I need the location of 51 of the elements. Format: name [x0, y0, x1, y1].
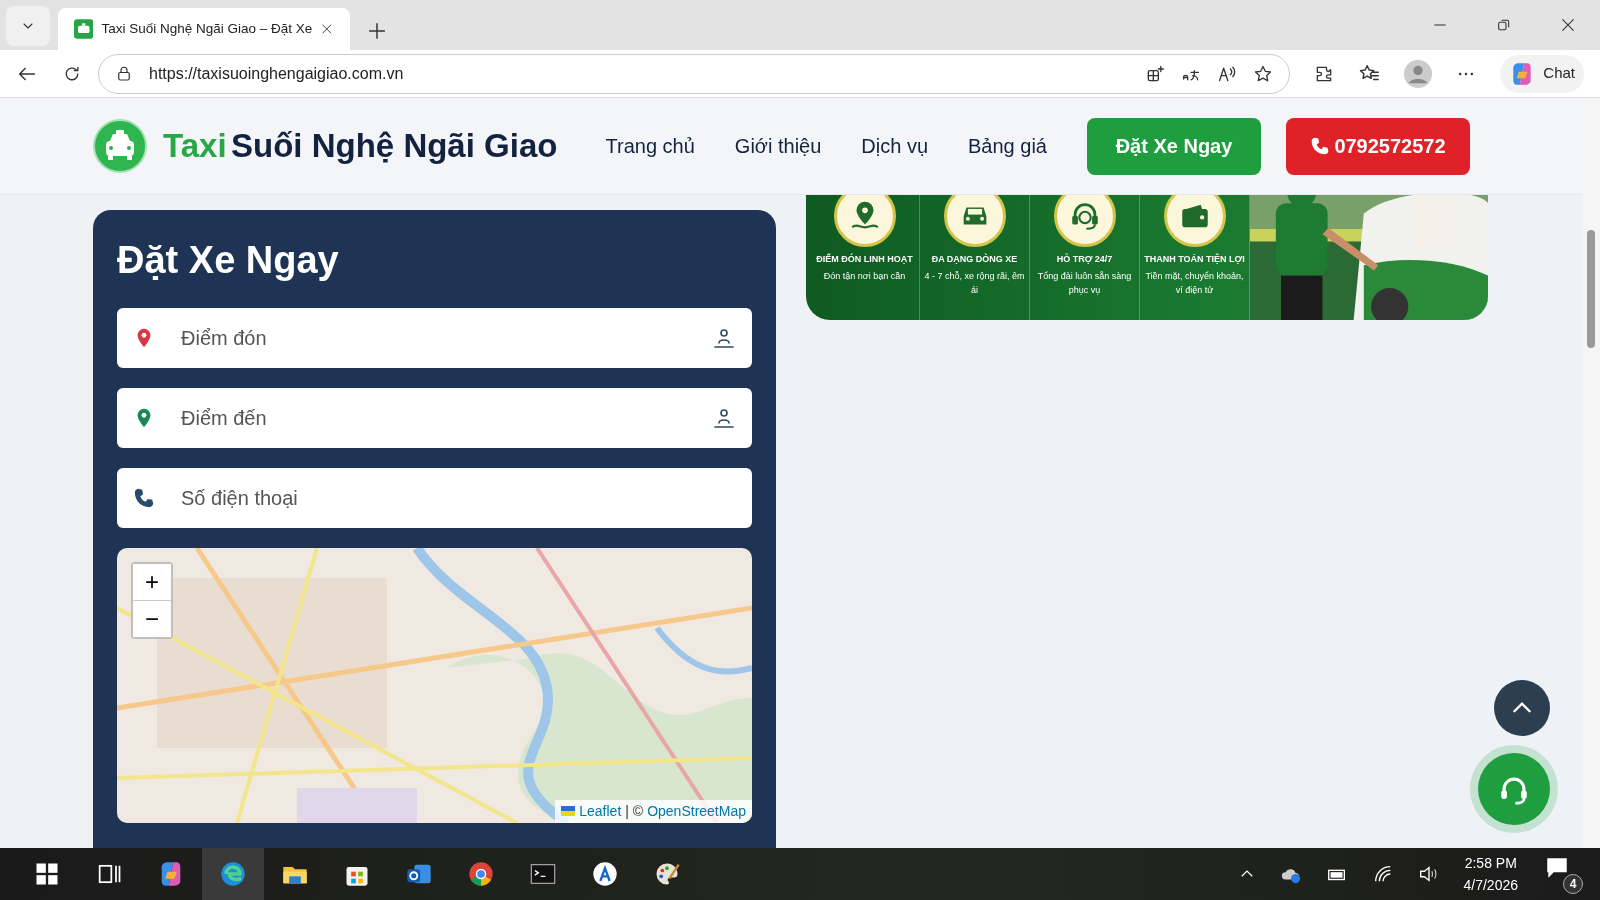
taxi-logo-icon [93, 119, 147, 173]
notification-count: 4 [1563, 874, 1583, 894]
tab-title: Taxi Suối Nghệ Ngãi Giao – Đặt Xe [101, 19, 313, 38]
close-icon[interactable] [320, 22, 334, 36]
browser-icon[interactable] [219, 860, 247, 888]
feature-title: ĐIỂM ĐÓN LINH HOẠT [816, 253, 913, 266]
feature-text: Tổng đài luôn sẵn sàng phục vụ [1036, 269, 1133, 297]
phone-button[interactable]: 0792572572 [1286, 117, 1470, 175]
close-icon[interactable] [1560, 17, 1576, 33]
text-input[interactable]: Điểm đón [179, 321, 688, 354]
feature-title: THANH TOÁN TIỆN LỢI [1144, 253, 1245, 266]
phone-icon [1310, 136, 1331, 156]
taskbar-clock[interactable]: 2:58 PM 4/7/2026 [1463, 851, 1518, 897]
support-button[interactable] [1478, 753, 1550, 825]
lock-icon [115, 64, 133, 83]
nav-link[interactable]: Trang chủ [605, 131, 695, 161]
input-field[interactable]: Điểm đến [117, 387, 752, 448]
chrome-icon[interactable] [467, 860, 495, 888]
scroll-to-top-button[interactable] [1494, 680, 1550, 736]
openstreetmap-link[interactable]: OpenStreetMap [647, 800, 746, 822]
message-icon [1544, 855, 1570, 881]
attribution-separator: | © [625, 801, 644, 821]
nav-link[interactable]: Giới thiệu [734, 131, 822, 161]
feature-title: HỖ TRỢ 24/7 [1056, 253, 1113, 266]
phone-icon [133, 486, 155, 509]
feature-text: Tiền mặt, chuyển khoản, ví điện tử [1144, 269, 1245, 297]
app-icon[interactable] [591, 860, 619, 888]
text-input[interactable]: Số điện thoại [179, 481, 736, 514]
feature-title: ĐA DẠNG DÒNG XE [931, 253, 1018, 266]
leaflet-link[interactable]: Leaflet [579, 800, 622, 822]
input-field[interactable]: Số điện thoại [117, 467, 752, 528]
profile-avatar[interactable] [1404, 59, 1433, 88]
chat-button[interactable]: Chat [1500, 54, 1584, 93]
feature-text: Đón tận nơi bạn cần [822, 269, 907, 283]
nav-link[interactable]: Bảng giá [968, 131, 1047, 161]
feature-text: 4 - 7 chỗ, xe rộng rãi, êm ái [923, 269, 1026, 297]
flag-icon [561, 806, 576, 817]
url-text: https://taxisuoinghengaigiao.com.vn [149, 63, 405, 84]
add-app-icon[interactable] [1145, 63, 1166, 84]
browser-tab[interactable]: Taxi Suối Nghệ Ngãi Giao – Đặt Xe [58, 8, 350, 50]
star-icon[interactable] [1253, 63, 1274, 84]
site-brand[interactable]: Taxi Suối Nghệ Ngãi Giao [163, 121, 558, 171]
text-input[interactable]: Điểm đến [179, 401, 688, 434]
date-text: 4/7/2026 [1463, 876, 1518, 895]
taxi-icon [74, 19, 94, 39]
input-field[interactable]: Điểm đón [117, 307, 752, 368]
time-text: 2:58 PM [1463, 853, 1518, 873]
notifications-button[interactable]: 4 [1542, 853, 1584, 895]
nav-link[interactable]: Dịch vụ [861, 131, 929, 161]
restore-icon[interactable] [1496, 17, 1512, 33]
form-title: Đặt Xe Ngay [117, 238, 340, 283]
